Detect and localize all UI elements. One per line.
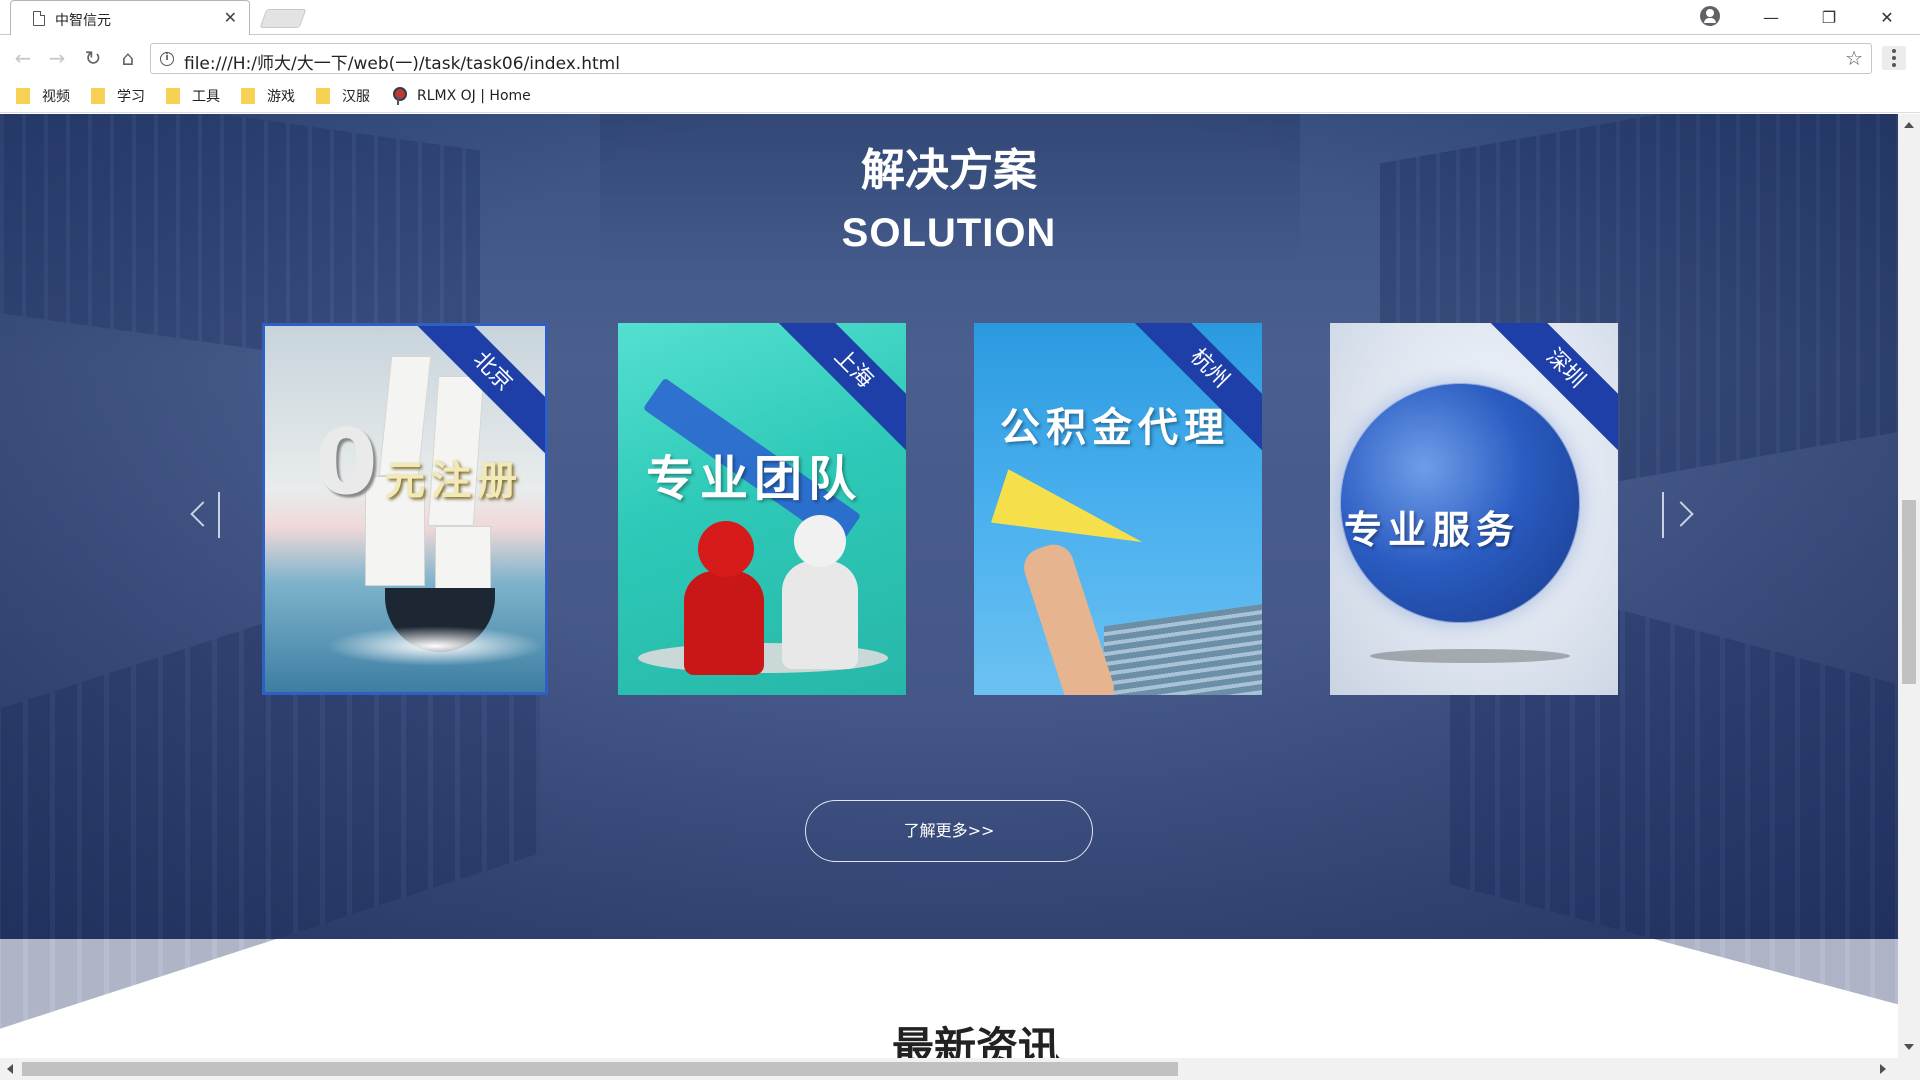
folder-icon: [166, 88, 180, 104]
bookmark-label: 工具: [192, 89, 220, 105]
chevron-left-icon: [190, 501, 216, 527]
info-icon[interactable]: i: [160, 52, 174, 66]
card-slogan-prefix: 0: [315, 410, 378, 515]
browser-toolbar: ← → ↻ ⌂ i file:///H:/师大/大一下/web(一)/task/…: [0, 36, 1920, 79]
solution-card-hangzhou[interactable]: 公积金代理 杭州: [974, 323, 1262, 695]
scroll-right-icon[interactable]: [1880, 1064, 1886, 1074]
back-icon[interactable]: ←: [10, 45, 36, 71]
browser-menu-icon[interactable]: [1882, 46, 1906, 70]
carousel-next-arrow[interactable]: [1660, 492, 1700, 538]
new-tab-button[interactable]: [259, 9, 307, 28]
news-section-title: 最新资讯: [891, 1023, 1060, 1058]
bookmark-rlmx-oj[interactable]: RLMX OJ | Home: [391, 86, 531, 106]
scroll-down-icon[interactable]: [1904, 1044, 1914, 1050]
bookmarks-bar: 视频 学习 工具 游戏 汉服 RLMX OJ | Home: [0, 79, 1920, 113]
reload-icon[interactable]: ↻: [80, 45, 106, 71]
close-tab-icon[interactable]: ✕: [224, 8, 237, 27]
card-slogan: 元注册: [385, 458, 523, 504]
home-icon[interactable]: ⌂: [115, 45, 141, 71]
folder-icon: [241, 88, 255, 104]
bookmark-tools[interactable]: 工具: [166, 86, 220, 106]
carousel-prev-arrow[interactable]: [186, 492, 226, 538]
folder-icon: [91, 88, 105, 104]
close-window-button[interactable]: ✕: [1858, 0, 1916, 34]
card-slogan: 专业团队: [646, 451, 863, 507]
scroll-up-icon[interactable]: [1904, 122, 1914, 128]
bookmark-label: 学习: [117, 89, 145, 105]
card-slogan: 专业服务: [1344, 508, 1521, 552]
bookmark-label: RLMX OJ | Home: [417, 88, 531, 104]
bookmark-hanfu[interactable]: 汉服: [316, 86, 370, 106]
bookmark-games[interactable]: 游戏: [241, 86, 295, 106]
horizontal-scroll-thumb[interactable]: [22, 1062, 1178, 1076]
url-text[interactable]: file:///H:/师大/大一下/web(一)/task/task06/ind…: [184, 49, 620, 74]
folder-icon: [316, 88, 330, 104]
page-viewport: 解决方案 SOLUTION 0 元注册 北京 专业团队 上海 公积金代理 杭州 …: [0, 114, 1898, 1058]
account-icon[interactable]: [1700, 6, 1720, 26]
address-bar[interactable]: i file:///H:/师大/大一下/web(一)/task/task06/i…: [150, 43, 1872, 74]
card-slogan: 公积金代理: [1000, 405, 1230, 451]
vertical-scroll-thumb[interactable]: [1902, 500, 1916, 684]
bookmark-video[interactable]: 视频: [16, 86, 70, 106]
tab-title: 中智信元: [55, 13, 111, 29]
restore-button[interactable]: ❐: [1800, 0, 1858, 34]
pin-icon: [391, 87, 407, 105]
section-title-cn: 解决方案: [861, 145, 1037, 196]
bookmark-label: 游戏: [267, 89, 295, 105]
document-icon: [33, 11, 45, 26]
solution-card-shenzhen[interactable]: 专业服务 深圳: [1330, 323, 1618, 695]
minimize-button[interactable]: —: [1742, 0, 1800, 34]
solution-card-shanghai[interactable]: 专业团队 上海: [618, 323, 906, 695]
white-figure: [794, 515, 846, 567]
horizontal-scrollbar[interactable]: [0, 1058, 1920, 1080]
section-title-en: SOLUTION: [841, 211, 1057, 255]
solution-section: 解决方案 SOLUTION 0 元注册 北京 专业团队 上海 公积金代理 杭州 …: [0, 114, 1898, 1055]
scroll-left-icon[interactable]: [7, 1064, 13, 1074]
bookmark-star-icon[interactable]: ☆: [1845, 46, 1863, 70]
vertical-scrollbar[interactable]: [1898, 114, 1920, 1058]
tab-strip: 中智信元 ✕ — ❐ ✕: [0, 0, 1920, 35]
solution-card-beijing[interactable]: 0 元注册 北京: [262, 323, 548, 695]
bookmark-label: 汉服: [342, 89, 370, 105]
bookmark-study[interactable]: 学习: [91, 86, 145, 106]
bookmark-label: 视频: [42, 89, 70, 105]
folder-icon: [16, 88, 30, 104]
learn-more-button[interactable]: 了解更多>>: [805, 800, 1093, 862]
forward-icon[interactable]: →: [44, 45, 70, 71]
browser-tab-active[interactable]: 中智信元 ✕: [10, 0, 250, 35]
chevron-right-icon: [1668, 501, 1694, 527]
red-figure: [698, 521, 754, 577]
